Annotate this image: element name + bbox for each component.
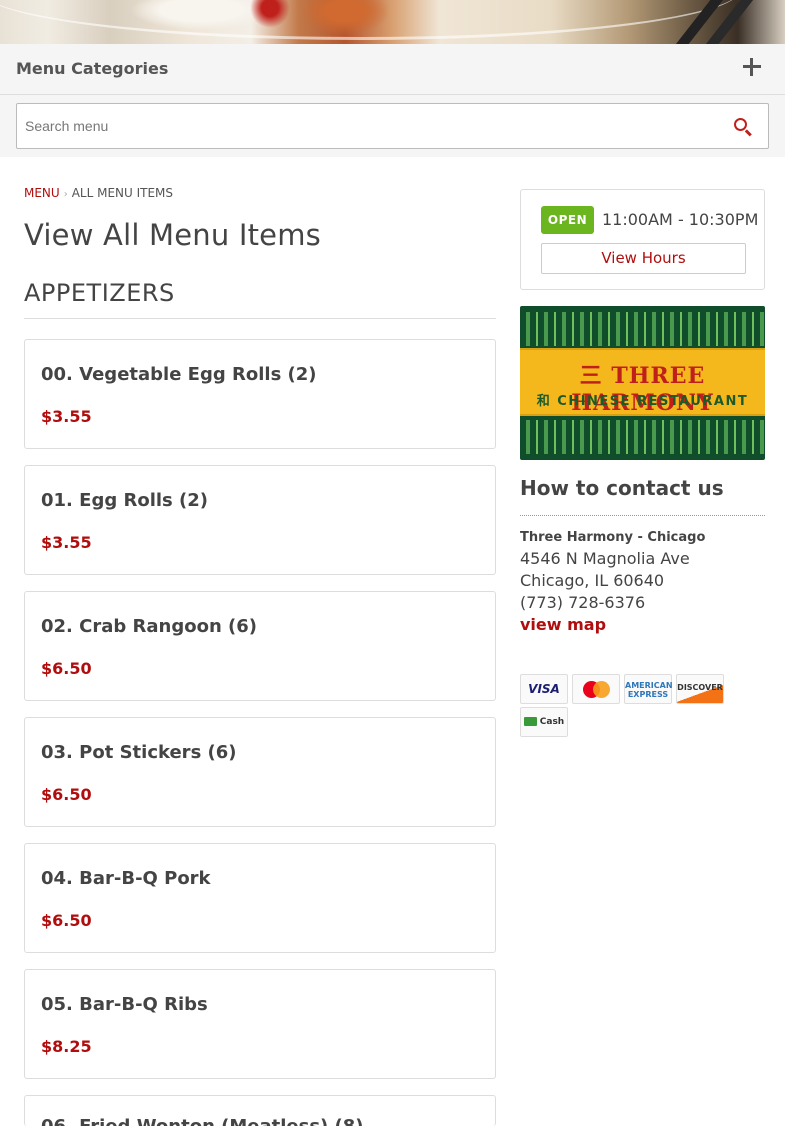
restaurant-name: Three Harmony - Chicago — [520, 530, 706, 545]
menu-item-name: 05. Bar-B-Q Ribs — [41, 994, 208, 1015]
hours-text: 11:00AM - 10:30PM — [602, 210, 759, 229]
address-city: Chicago, IL 60640 — [520, 571, 665, 590]
plus-icon[interactable] — [741, 56, 763, 78]
view-map-link[interactable]: view map — [520, 615, 606, 634]
amex-icon: AMERICAN EXPRESS — [624, 674, 673, 704]
breadcrumb-current: ALL MENU ITEMS — [71, 186, 174, 200]
menu-item-price: $3.55 — [41, 533, 92, 552]
cash-label: Cash — [539, 717, 565, 727]
menu-item-price: $6.50 — [41, 659, 92, 678]
menu-item-price: $6.50 — [41, 911, 92, 930]
search-icon[interactable] — [732, 116, 754, 138]
search-box — [16, 103, 769, 149]
menu-item-price: $6.50 — [41, 785, 92, 804]
address-street: 4546 N Magnolia Ave — [520, 549, 690, 568]
menu-categories-label: Menu Categories — [16, 59, 169, 78]
section-divider — [24, 318, 496, 319]
menu-item-card[interactable]: 02. Crab Rangoon (6) $6.50 — [24, 591, 496, 701]
hero-banner-image — [0, 0, 785, 44]
restaurant-logo: 三 THREE HARMONY 和 CHINESE RESTAURANT — [520, 306, 765, 460]
menu-item-card[interactable]: 01. Egg Rolls (2) $3.55 — [24, 465, 496, 575]
hours-card: OPEN 11:00AM - 10:30PM View Hours — [520, 189, 765, 290]
menu-categories-bar[interactable]: Menu Categories — [0, 44, 785, 95]
menu-item-name: 06. Fried Wonton (Meatless) (8) — [41, 1116, 364, 1126]
menu-item-name: 03. Pot Stickers (6) — [41, 742, 237, 763]
contact-title: How to contact us — [520, 476, 724, 500]
menu-item-card[interactable]: 04. Bar-B-Q Pork $6.50 — [24, 843, 496, 953]
menu-item-price: $8.25 — [41, 1037, 92, 1056]
open-status-badge: OPEN — [541, 206, 594, 234]
visa-icon: VISA — [520, 674, 568, 704]
view-hours-button[interactable]: View Hours — [541, 243, 746, 274]
menu-item-name: 02. Crab Rangoon (6) — [41, 616, 258, 637]
logo-text-line2: 和 CHINESE RESTAURANT — [536, 394, 749, 409]
page-title: View All Menu Items — [24, 218, 321, 252]
search-section — [0, 95, 785, 157]
menu-item-card[interactable]: 06. Fried Wonton (Meatless) (8) — [24, 1095, 496, 1126]
menu-item-card[interactable]: 03. Pot Stickers (6) $6.50 — [24, 717, 496, 827]
contact-divider — [520, 515, 765, 516]
phone-number[interactable]: (773) 728-6376 — [520, 593, 645, 612]
menu-item-name: 01. Egg Rolls (2) — [41, 490, 209, 511]
menu-item-name: 00. Vegetable Egg Rolls (2) — [41, 364, 317, 385]
menu-item-name: 04. Bar-B-Q Pork — [41, 868, 211, 889]
menu-item-card[interactable]: 05. Bar-B-Q Ribs $8.25 — [24, 969, 496, 1079]
mastercard-icon — [572, 674, 620, 704]
discover-icon: DISCOVER — [676, 674, 724, 704]
menu-item-price: $3.55 — [41, 407, 92, 426]
menu-item-card[interactable]: 00. Vegetable Egg Rolls (2) $3.55 — [24, 339, 496, 449]
search-input[interactable] — [25, 104, 715, 148]
breadcrumb: MENU › ALL MENU ITEMS — [24, 186, 173, 200]
chevron-right-icon: › — [63, 189, 68, 200]
section-title: APPETIZERS — [24, 279, 175, 307]
breadcrumb-menu-link[interactable]: MENU — [24, 186, 60, 200]
cash-icon: Cash — [520, 707, 568, 737]
